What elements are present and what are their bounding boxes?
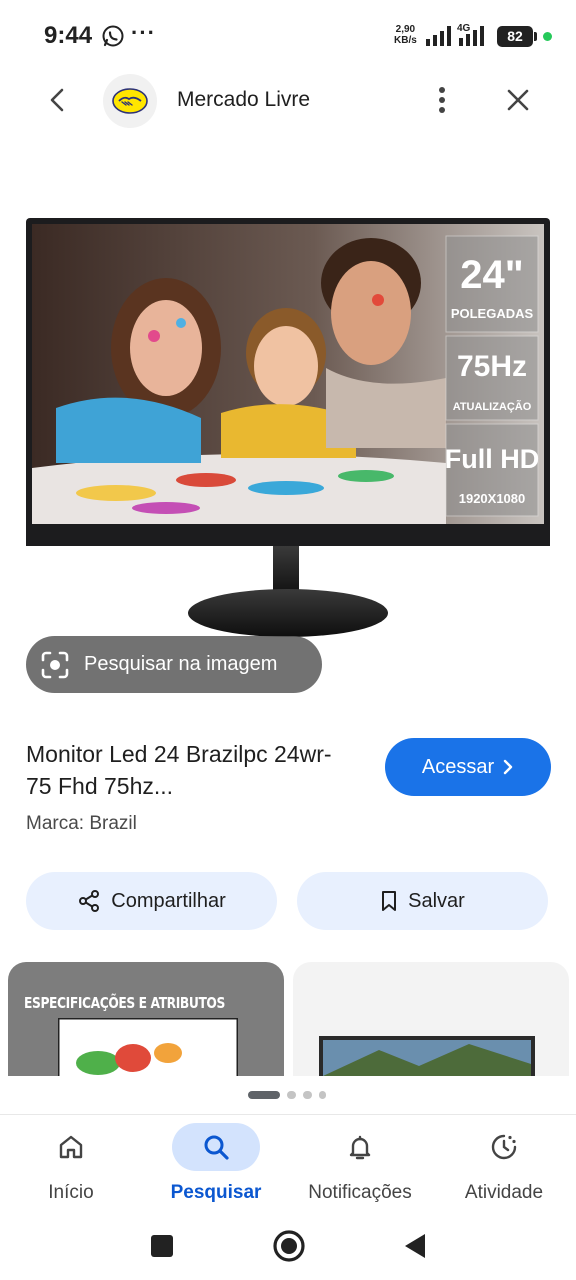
related-result-card[interactable]: ESPECIFICAÇÕES E ATRIBUTOS bbox=[8, 962, 284, 1076]
product-image[interactable]: 24" POLEGADAS 75Hz ATUALIZAÇÃO Full HD 1… bbox=[26, 218, 552, 646]
nav-item-search[interactable]: Pesquisar bbox=[151, 1115, 281, 1211]
share-button[interactable]: Compartilhar bbox=[26, 872, 277, 930]
pager-dot bbox=[319, 1091, 326, 1099]
status-time: 9:44 bbox=[44, 22, 93, 49]
related-card-text: ESPECIFICAÇÕES E ATRIBUTOS bbox=[24, 994, 225, 1012]
circle-icon bbox=[273, 1230, 305, 1262]
badge-size-unit: POLEGADAS bbox=[451, 306, 534, 321]
nav-icon-container bbox=[460, 1123, 548, 1171]
pager-dot bbox=[287, 1091, 296, 1099]
badge-rate-unit: ATUALIZAÇÃO bbox=[453, 400, 532, 413]
share-icon bbox=[79, 890, 100, 912]
nav-icon-container bbox=[316, 1123, 404, 1171]
recents-button[interactable] bbox=[142, 1226, 182, 1266]
product-brand: Marca: Brazil bbox=[26, 813, 137, 834]
search-icon bbox=[204, 1135, 229, 1160]
signal-icon bbox=[426, 26, 451, 46]
home-icon bbox=[59, 1135, 83, 1159]
signal-4g-icon bbox=[459, 26, 484, 46]
status-more-icon: ··· bbox=[131, 20, 156, 45]
related-card-thumbnail bbox=[58, 1018, 238, 1076]
nav-icon-container bbox=[27, 1123, 115, 1171]
lens-icon bbox=[41, 651, 69, 678]
nav-label-notifications: Notificações bbox=[308, 1182, 412, 1203]
system-navigation-bar bbox=[0, 1210, 576, 1280]
nav-item-home[interactable]: Início bbox=[6, 1115, 136, 1211]
bell-icon bbox=[349, 1135, 371, 1160]
share-label: Compartilhar bbox=[111, 889, 226, 912]
spec-badges: 24" POLEGADAS 75Hz ATUALIZAÇÃO Full HD 1… bbox=[445, 235, 540, 517]
badge-rate: 75Hz bbox=[457, 350, 527, 383]
bookmark-icon bbox=[382, 891, 397, 911]
nav-icon-container bbox=[172, 1123, 260, 1171]
net-speed-unit: KB/s bbox=[394, 35, 417, 46]
whatsapp-icon bbox=[102, 25, 124, 47]
search-in-image-button[interactable]: Pesquisar na imagem bbox=[26, 636, 322, 693]
related-card-thumbnail bbox=[319, 1036, 535, 1076]
badge-size: 24" bbox=[460, 253, 523, 297]
lens-label: Pesquisar na imagem bbox=[84, 653, 278, 675]
badge-res-detail: 1920X1080 bbox=[459, 491, 526, 506]
chevron-right-icon bbox=[503, 759, 513, 775]
pager-dot bbox=[303, 1091, 312, 1099]
activity-icon bbox=[491, 1134, 517, 1160]
square-icon bbox=[151, 1235, 173, 1257]
save-button[interactable]: Salvar bbox=[297, 872, 548, 930]
more-options-button[interactable] bbox=[426, 80, 458, 120]
triangle-back-icon bbox=[405, 1234, 425, 1258]
nav-label-home: Início bbox=[48, 1182, 94, 1203]
net-speed-value: 2,90 bbox=[395, 24, 416, 35]
site-name: Mercado Livre bbox=[177, 88, 311, 111]
handshake-logo-icon bbox=[112, 88, 148, 114]
network-speed: 2,90 KB/s bbox=[394, 24, 417, 46]
app-header: Mercado Livre bbox=[0, 72, 576, 132]
site-logo bbox=[103, 74, 157, 128]
status-bar: 9:44 ··· 2,90 KB/s 4G 82 bbox=[0, 0, 576, 72]
back-arrow-icon bbox=[50, 88, 64, 112]
nav-label-search: Pesquisar bbox=[170, 1182, 262, 1203]
carousel-pager bbox=[0, 1076, 576, 1114]
related-result-card[interactable] bbox=[293, 962, 569, 1076]
badge-res: Full HD bbox=[445, 444, 540, 474]
home-button[interactable] bbox=[269, 1226, 309, 1266]
visit-label: Acessar bbox=[421, 755, 495, 778]
more-vert-icon bbox=[439, 87, 445, 113]
nav-item-activity[interactable]: Atividade bbox=[439, 1115, 569, 1211]
privacy-indicator bbox=[543, 32, 552, 41]
nav-item-notifications[interactable]: Notificações bbox=[295, 1115, 425, 1211]
product-title[interactable]: Monitor Led 24 Brazilpc 24wr-75 Fhd 75hz… bbox=[26, 738, 356, 802]
pager-dot bbox=[248, 1091, 280, 1099]
visit-button[interactable]: Acessar bbox=[385, 738, 551, 796]
close-button[interactable] bbox=[498, 80, 538, 120]
save-label: Salvar bbox=[408, 889, 465, 912]
close-icon bbox=[507, 89, 529, 111]
back-button[interactable] bbox=[38, 80, 78, 120]
nav-label-activity: Atividade bbox=[464, 1182, 544, 1203]
bottom-navigation: Início Pesquisar Notificações Atividade bbox=[0, 1114, 576, 1210]
system-back-button[interactable] bbox=[395, 1226, 435, 1266]
battery-icon: 82 bbox=[497, 26, 537, 47]
